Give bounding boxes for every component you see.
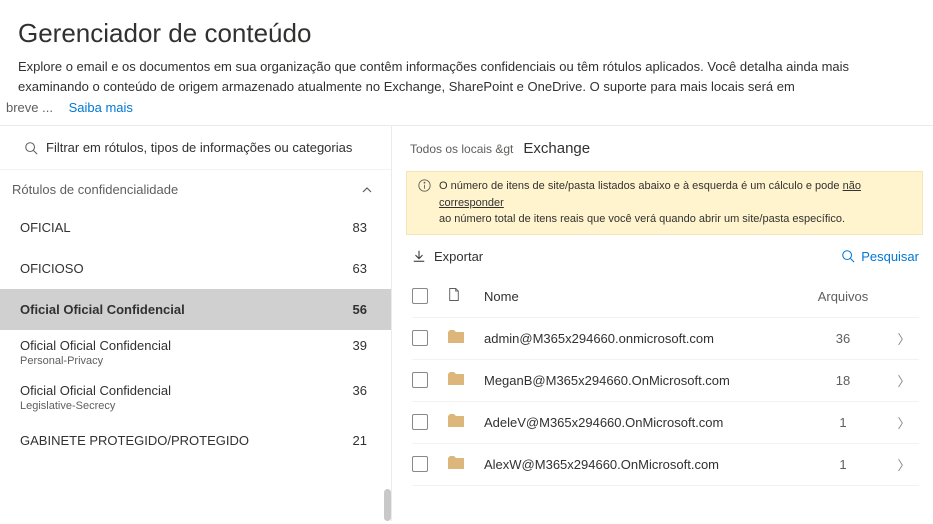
table-row[interactable]: MeganB@M365x294660.OnMicrosoft.com 18 〉 [412,360,919,402]
search-label: Pesquisar [861,249,919,264]
table: Nome Arquivos admin@M365x294660.onmicros… [392,276,933,486]
chevron-up-icon [361,184,373,196]
chevron-right-icon[interactable]: 〉 [889,329,919,348]
list-item[interactable]: OFICIOSO 63 [0,248,391,289]
banner-text-2: ao número total de itens reais que você … [439,213,845,225]
section-header[interactable]: Rótulos de confidencialidade [0,170,391,207]
learn-more-row: breve ... Saiba mais [0,100,933,125]
select-all-checkbox[interactable] [412,288,428,304]
toolbar: Exportar Pesquisar [392,235,933,276]
row-name: AdeleV@M365x294660.OnMicrosoft.com [484,415,797,430]
list-item-count: 63 [353,261,367,276]
list-item[interactable]: GABINETE PROTEGIDO/PROTEGIDO 21 [0,420,391,461]
breadcrumb-root[interactable]: Todos os locais &gt [410,142,513,156]
list-item-label: Oficial Oficial Confidencial [20,338,171,353]
table-row[interactable]: AlexW@M365x294660.OnMicrosoft.com 1 〉 [412,444,919,486]
breve-text: breve ... [6,100,53,115]
chevron-right-icon[interactable]: 〉 [889,455,919,474]
row-name: admin@M365x294660.onmicrosoft.com [484,331,797,346]
row-count: 36 [803,331,883,346]
document-icon [448,287,460,302]
download-icon [412,249,426,263]
folder-icon [448,456,464,469]
list-item-count: 39 [353,338,367,353]
row-name: AlexW@M365x294660.OnMicrosoft.com [484,457,797,472]
export-button[interactable]: Exportar [412,249,483,264]
section-title: Rótulos de confidencialidade [12,182,178,197]
list-item[interactable]: Oficial Oficial Confidencial 56 [0,289,391,330]
folder-icon [448,414,464,427]
breadcrumb: Todos os locais &gt Exchange [392,126,933,171]
search-icon [24,141,38,155]
list-item-label: GABINETE PROTEGIDO/PROTEGIDO [20,433,249,448]
row-count: 1 [803,415,883,430]
table-row[interactable]: AdeleV@M365x294660.OnMicrosoft.com 1 〉 [412,402,919,444]
folder-icon [448,372,464,385]
chevron-right-icon[interactable]: 〉 [889,371,919,390]
breadcrumb-current: Exchange [523,140,590,157]
list-item-label: Oficial Oficial Confidencial [20,383,171,398]
scrollbar-thumb[interactable] [384,489,391,521]
list-item-count: 36 [353,383,367,398]
list-item-label: OFICIOSO [20,261,84,276]
chevron-right-icon[interactable]: 〉 [889,413,919,432]
info-banner-text: O número de itens de site/pasta listados… [439,178,912,228]
column-name[interactable]: Nome [484,289,797,304]
table-header: Nome Arquivos [412,276,919,318]
right-panel: Todos os locais &gt Exchange O número de… [392,126,933,521]
column-files[interactable]: Arquivos [803,289,883,304]
banner-text-1: O número de itens de site/pasta listados… [439,180,843,192]
row-count: 18 [803,373,883,388]
list-item-sublabel: Personal-Privacy [20,355,367,367]
search-icon [841,249,855,263]
folder-icon [448,330,464,343]
list-item-count: 21 [353,433,367,448]
list-item[interactable]: Oficial Oficial Confidencial 39 Personal… [0,330,391,375]
table-row[interactable]: admin@M365x294660.onmicrosoft.com 36 〉 [412,318,919,360]
list-item-count: 83 [353,220,367,235]
row-name: MeganB@M365x294660.OnMicrosoft.com [484,373,797,388]
info-banner: O número de itens de site/pasta listados… [406,171,923,235]
label-list: OFICIAL 83 OFICIOSO 63 Oficial Oficial C… [0,207,391,521]
row-checkbox[interactable] [412,414,428,430]
filter-placeholder: Filtrar em rótulos, tipos de informações… [46,140,352,155]
list-item-label: OFICIAL [20,220,71,235]
left-panel: Filtrar em rótulos, tipos de informações… [0,126,392,521]
row-checkbox[interactable] [412,330,428,346]
list-item-label: Oficial Oficial Confidencial [20,302,185,317]
filter-input[interactable]: Filtrar em rótulos, tipos de informações… [0,126,391,170]
search-button[interactable]: Pesquisar [841,249,919,264]
row-count: 1 [803,457,883,472]
learn-more-link[interactable]: Saiba mais [63,100,133,115]
row-checkbox[interactable] [412,456,428,472]
list-item[interactable]: Oficial Oficial Confidencial 36 Legislat… [0,375,391,420]
row-checkbox[interactable] [412,372,428,388]
export-label: Exportar [434,249,483,264]
list-item[interactable]: OFICIAL 83 [0,207,391,248]
list-item-count: 56 [353,302,367,317]
page-description: Explore o email e os documentos em sua o… [0,57,933,100]
page-title: Gerenciador de conteúdo [0,0,933,57]
info-icon [418,179,431,192]
list-item-sublabel: Legislative-Secrecy [20,400,367,412]
